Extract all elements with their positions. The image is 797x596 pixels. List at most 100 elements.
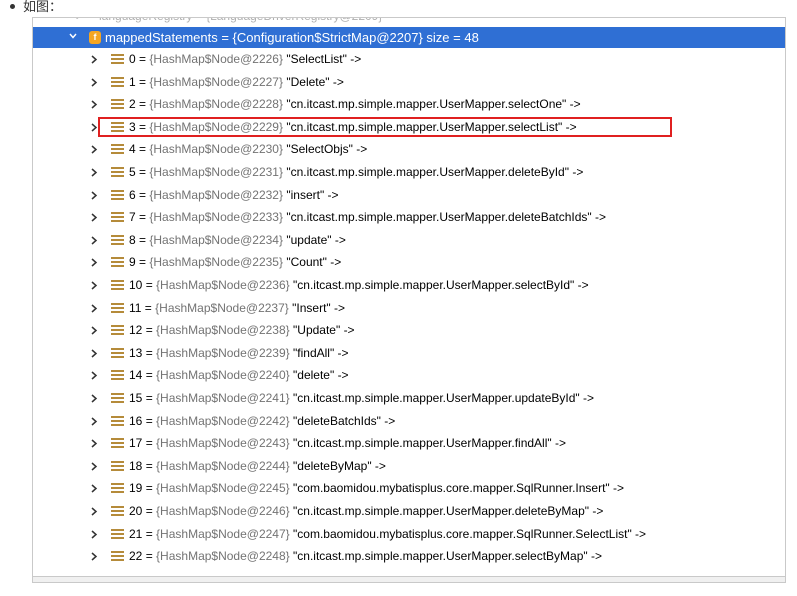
tree-row-entry[interactable]: 4 = {HashMap$Node@2230} "SelectObjs" -> [33, 139, 785, 160]
entry-node: {HashMap$Node@2240} [156, 368, 290, 383]
tree-row-language-registry[interactable]: ⌄ languageRegistry = {LanguageDriverRegi… [33, 18, 785, 27]
tree-row-entry[interactable]: 15 = {HashMap$Node@2241} "cn.itcast.mp.s… [33, 388, 785, 409]
entry-node: {HashMap$Node@2227} [149, 74, 283, 89]
tree-row-entry[interactable]: 3 = {HashMap$Node@2229} "cn.itcast.mp.si… [33, 117, 785, 138]
tree-row-entry[interactable]: 9 = {HashMap$Node@2235} "Count" -> [33, 252, 785, 273]
entry-equals: = [135, 165, 150, 179]
chevron-right-icon[interactable] [90, 484, 98, 493]
map-entry-icon [111, 167, 124, 178]
tree-row-entry[interactable]: 20 = {HashMap$Node@2246} "cn.itcast.mp.s… [33, 501, 785, 522]
map-entry-icon [111, 506, 124, 517]
chevron-right-icon[interactable] [90, 123, 98, 132]
entry-node: {HashMap$Node@2245} [156, 481, 290, 496]
map-entry-icon [111, 234, 124, 246]
entry-value: "deleteBatchIds" -> [293, 413, 396, 428]
tree-row-entry[interactable]: 7 = {HashMap$Node@2233} "cn.itcast.mp.si… [33, 207, 785, 228]
chevron-right-icon[interactable] [90, 236, 98, 245]
map-entry-icon [111, 393, 124, 404]
chevron-right-icon[interactable] [90, 530, 98, 539]
map-entry-icon [111, 325, 124, 336]
entry-text: 6 = {HashMap$Node@2232} "insert" -> [129, 185, 339, 206]
tree-row-mapped-statements[interactable]: f mappedStatements = {Configuration$Stri… [33, 27, 785, 48]
entry-text: 14 = {HashMap$Node@2240} "delete" -> [129, 365, 349, 386]
entry-equals: = [142, 413, 157, 428]
entry-text: 0 = {HashMap$Node@2226} "SelectList" -> [129, 49, 361, 70]
entry-node: {HashMap$Node@2234} [149, 232, 283, 247]
entry-text: 7 = {HashMap$Node@2233} "cn.itcast.mp.si… [129, 207, 606, 228]
chevron-right-icon[interactable] [90, 78, 98, 87]
entry-value: "deleteByMap" -> [293, 458, 386, 473]
chevron-right-icon[interactable] [90, 507, 98, 516]
chevron-right-icon[interactable] [90, 439, 98, 448]
entry-index: 21 [129, 526, 143, 541]
chevron-right-icon[interactable] [90, 168, 98, 177]
chevron-right-icon[interactable] [90, 213, 98, 222]
entry-equals: = [142, 504, 157, 518]
entry-node: {HashMap$Node@2247} [156, 526, 290, 541]
chevron-right-icon[interactable] [90, 304, 98, 313]
entry-equals: = [135, 52, 150, 66]
chevron-right-icon[interactable] [90, 371, 98, 380]
tree-row-entry[interactable]: 0 = {HashMap$Node@2226} "SelectList" -> [33, 49, 785, 70]
chevron-right-icon[interactable] [90, 417, 98, 426]
map-entry-icon [111, 483, 124, 494]
chevron-right-icon[interactable] [90, 326, 98, 335]
map-entry-icon [111, 54, 124, 65]
tree-row-entry[interactable]: 6 = {HashMap$Node@2232} "insert" -> [33, 185, 785, 206]
tree-row-entry[interactable]: 1 = {HashMap$Node@2227} "Delete" -> [33, 72, 785, 93]
caption: 如图： [6, 0, 62, 14]
chevron-right-icon[interactable] [90, 55, 98, 64]
tree-row-entry[interactable]: 12 = {HashMap$Node@2238} "Update" -> [33, 320, 785, 341]
tree-row-entry[interactable]: 16 = {HashMap$Node@2242} "deleteBatchIds… [33, 411, 785, 432]
tree-row-entry[interactable]: 13 = {HashMap$Node@2239} "findAll" -> [33, 343, 785, 364]
entry-text: 21 = {HashMap$Node@2247} "com.baomidou.m… [129, 524, 646, 545]
entry-node: {HashMap$Node@2231} [149, 165, 283, 179]
entry-index: 17 [129, 436, 143, 451]
entry-index: 19 [129, 481, 143, 496]
horizontal-scrollbar[interactable] [33, 576, 785, 582]
chevron-down-icon[interactable] [69, 32, 77, 40]
entry-text: 17 = {HashMap$Node@2243} "cn.itcast.mp.s… [129, 433, 566, 454]
caption-text: 如图： [23, 0, 63, 14]
chevron-right-icon[interactable] [90, 100, 98, 109]
chevron-right-icon[interactable] [90, 281, 98, 290]
chevron-down-icon[interactable]: ⌄ [73, 18, 81, 27]
entry-equals: = [135, 97, 150, 112]
entry-text: 12 = {HashMap$Node@2238} "Update" -> [129, 320, 355, 341]
entry-node: {HashMap$Node@2228} [149, 97, 283, 112]
tree-row-entry[interactable]: 2 = {HashMap$Node@2228} "cn.itcast.mp.si… [33, 94, 785, 115]
map-entry-icon [111, 212, 124, 223]
tree-row-entry[interactable]: 5 = {HashMap$Node@2231} "cn.itcast.mp.si… [33, 162, 785, 183]
tree-row-entry[interactable]: 8 = {HashMap$Node@2234} "update" -> [33, 230, 785, 251]
map-entry-icon [111, 76, 124, 88]
tree-row-entry[interactable]: 21 = {HashMap$Node@2247} "com.baomidou.m… [33, 524, 785, 545]
entry-value: "update" -> [286, 232, 346, 247]
tree-row-entry[interactable]: 22 = {HashMap$Node@2248} "cn.itcast.mp.s… [33, 546, 785, 567]
entry-text: 3 = {HashMap$Node@2229} "cn.itcast.mp.si… [129, 117, 577, 138]
entry-index: 10 [129, 278, 143, 292]
chevron-right-icon[interactable] [90, 145, 98, 154]
chevron-right-icon[interactable] [90, 349, 98, 358]
entry-equals: = [135, 255, 150, 270]
chevron-right-icon[interactable] [90, 191, 98, 200]
entry-text: 15 = {HashMap$Node@2241} "cn.itcast.mp.s… [129, 388, 594, 409]
entry-index: 13 [129, 345, 143, 360]
chevron-right-icon[interactable] [90, 258, 98, 267]
tree-row-entry[interactable]: 17 = {HashMap$Node@2243} "cn.itcast.mp.s… [33, 433, 785, 454]
entry-value: "Insert" -> [292, 300, 345, 315]
chevron-right-icon[interactable] [90, 552, 98, 561]
tree-row-entry[interactable]: 11 = {HashMap$Node@2237} "Insert" -> [33, 298, 785, 319]
entry-node: {HashMap$Node@2233} [149, 210, 283, 225]
tree-row-entry[interactable]: 10 = {HashMap$Node@2236} "cn.itcast.mp.s… [33, 275, 785, 296]
tree-row-entry[interactable]: 18 = {HashMap$Node@2244} "deleteByMap" -… [33, 456, 785, 477]
entry-equals: = [142, 436, 157, 451]
entry-equals: = [142, 549, 157, 564]
entry-index: 3 [129, 119, 136, 134]
entry-text: 9 = {HashMap$Node@2235} "Count" -> [129, 252, 341, 273]
chevron-right-icon[interactable] [90, 462, 98, 471]
entry-value: "Update" -> [293, 323, 355, 338]
tree-row-entry[interactable]: 19 = {HashMap$Node@2245} "com.baomidou.m… [33, 478, 785, 499]
chevron-right-icon[interactable] [90, 394, 98, 403]
entry-node: {HashMap$Node@2248} [156, 549, 290, 564]
tree-row-entry[interactable]: 14 = {HashMap$Node@2240} "delete" -> [33, 365, 785, 386]
